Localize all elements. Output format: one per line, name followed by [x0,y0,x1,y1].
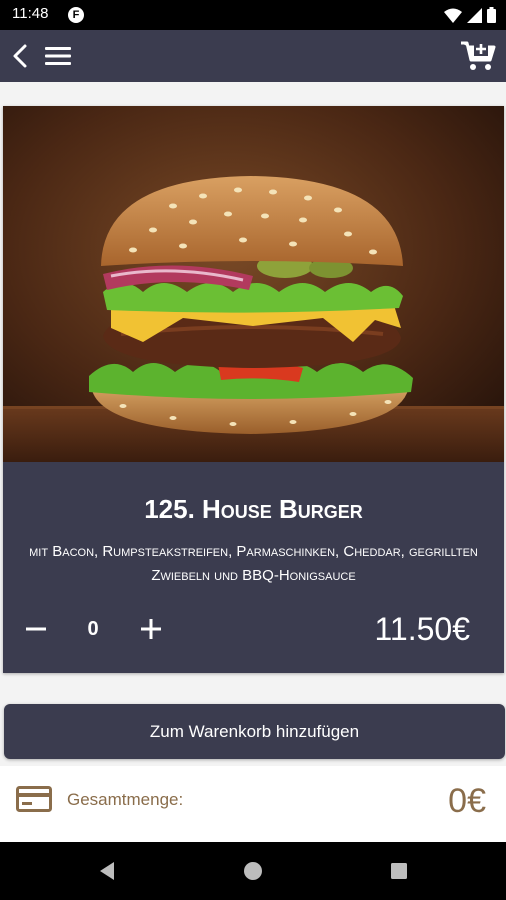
back-icon[interactable] [6,41,36,71]
battery-icon [487,7,496,23]
total-value: 0€ [448,782,486,820]
plus-icon[interactable] [136,614,166,644]
status-icons [444,7,496,23]
system-nav-bar [0,842,506,900]
wifi-icon [444,8,462,23]
credit-card-icon [16,786,52,812]
app-bar [0,30,506,82]
product-price: 11.50€ [374,611,471,647]
notification-icon: F [68,7,84,23]
product-title: 125. House Burger [144,494,363,524]
menu-icon[interactable] [42,42,74,70]
nav-home-icon[interactable] [243,861,263,881]
minus-icon[interactable] [21,614,51,644]
product-card: 125. House Burger mit Bacon, Rumpsteakst… [3,106,504,673]
add-to-cart-button[interactable]: Zum Warenkorb hinzufügen [4,704,505,759]
product-description: mit Bacon, Rumpsteakstreifen, Parmaschin… [29,543,478,584]
cart-add-icon[interactable] [460,40,496,72]
nav-recent-icon[interactable] [390,862,408,880]
burger-photo [3,106,504,462]
quantity-value: 0 [87,618,99,640]
status-bar: 11:48 F [0,0,506,30]
status-time: 11:48 [12,5,49,22]
total-label: Gesamtmenge: [67,790,184,809]
nav-back-icon[interactable] [96,860,118,882]
signal-icon [467,7,482,23]
total-footer: Gesamtmenge: 0€ [0,766,506,842]
